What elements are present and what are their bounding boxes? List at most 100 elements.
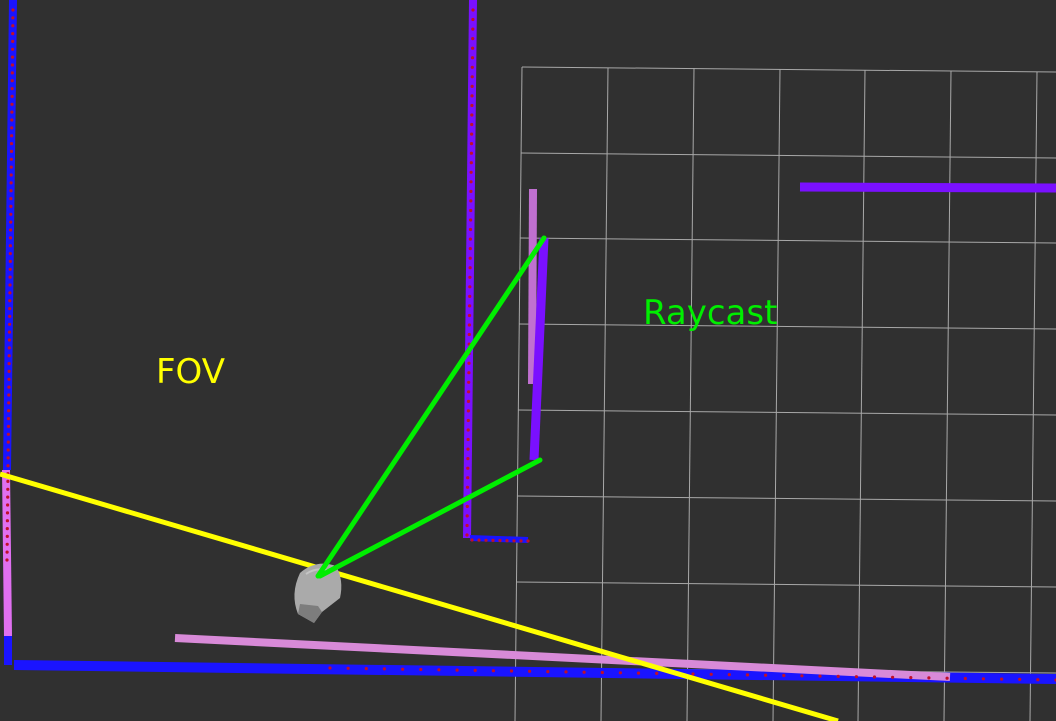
scan-point <box>8 259 12 263</box>
scan-point <box>9 149 14 153</box>
scan-point <box>8 267 12 271</box>
grid-line <box>518 323 1056 330</box>
scan-point <box>800 674 804 678</box>
scan-point <box>10 71 14 75</box>
scan-point <box>854 675 859 679</box>
scan-point <box>9 220 13 224</box>
scan-point <box>470 94 474 98</box>
scan-point <box>419 667 423 672</box>
scan-point <box>7 362 11 366</box>
scan-point <box>764 673 768 677</box>
scan-point <box>10 87 14 91</box>
scan-point <box>8 275 12 279</box>
scan-point <box>466 466 470 470</box>
scan-point <box>9 189 13 193</box>
scan-point <box>10 94 14 98</box>
scan-point <box>470 538 474 542</box>
scan-point <box>471 46 475 50</box>
scan-point <box>470 122 474 127</box>
scan-point <box>636 671 641 675</box>
raycast-line-upper <box>315 235 547 579</box>
scan-point <box>5 542 9 546</box>
grid-line <box>1029 71 1038 721</box>
scan-point <box>437 668 441 672</box>
scan-point <box>468 275 472 279</box>
scan-point <box>8 252 12 256</box>
scan-point <box>8 322 12 326</box>
scan-point <box>11 16 15 20</box>
grid-line <box>515 581 1056 588</box>
scan-point <box>465 523 469 528</box>
scan-point <box>10 79 14 83</box>
scan-point <box>600 670 604 675</box>
scan-point <box>9 142 14 146</box>
wall-right-violet <box>799 182 1056 193</box>
scan-point <box>8 283 12 287</box>
scan-point <box>10 55 15 59</box>
scan-point <box>6 487 10 491</box>
scan-point <box>6 432 10 436</box>
scan-point <box>469 208 473 213</box>
scan-point <box>10 126 14 130</box>
scan-point <box>9 181 13 185</box>
scan-point <box>469 218 473 222</box>
scan-point <box>466 399 471 403</box>
scan-point <box>7 401 11 405</box>
scan-point <box>455 668 459 672</box>
scan-point <box>5 558 9 562</box>
scan-point <box>5 519 9 523</box>
scan-point <box>470 84 474 88</box>
scan-point <box>468 266 472 270</box>
scan-point <box>10 118 14 122</box>
scan-point <box>401 667 405 671</box>
scan-point <box>473 668 477 673</box>
scan-point <box>7 409 11 413</box>
scan-point <box>745 673 750 677</box>
scan-point <box>468 304 472 308</box>
scan-point <box>467 323 471 327</box>
grid-line <box>517 409 1056 416</box>
scan-point <box>382 667 386 671</box>
scan-point <box>467 361 471 365</box>
scan-point <box>469 170 473 174</box>
scan-point <box>484 538 488 542</box>
scan-point <box>468 256 472 260</box>
scan-point <box>466 428 470 432</box>
scan-point <box>836 674 840 679</box>
scan-point <box>10 110 14 114</box>
fov-label: FOV <box>156 352 225 392</box>
scan-point <box>470 103 474 108</box>
scan-point <box>564 670 568 674</box>
scan-point <box>509 669 514 673</box>
grid-line <box>516 495 1056 502</box>
scan-point <box>7 385 11 389</box>
walls <box>2 0 1056 684</box>
scan-point <box>5 534 9 539</box>
scan-point <box>5 550 9 554</box>
scan-point <box>618 671 623 675</box>
scan-point <box>8 291 12 295</box>
scan-point <box>709 672 713 676</box>
scan-point <box>468 247 472 251</box>
scan-point <box>467 313 472 318</box>
raycast-label: Raycast <box>643 293 778 333</box>
scan-point <box>470 65 474 69</box>
obstacle-pink-vertical <box>528 188 537 385</box>
scan-point <box>11 8 15 12</box>
scan-point <box>7 346 11 350</box>
scan-point <box>346 666 350 670</box>
scan-point <box>11 24 15 28</box>
scan-point <box>9 204 13 208</box>
scan-point <box>466 409 470 413</box>
scan-point <box>328 666 332 670</box>
scan-point <box>466 437 470 442</box>
scan-point <box>11 39 15 44</box>
scan-point <box>10 102 14 106</box>
scan-point <box>1000 677 1004 681</box>
scan-point <box>6 495 10 499</box>
scan-point <box>466 476 470 480</box>
scan-point <box>9 165 13 169</box>
scan-point <box>465 533 469 537</box>
scan-point <box>872 675 877 679</box>
scan-point <box>469 151 473 155</box>
